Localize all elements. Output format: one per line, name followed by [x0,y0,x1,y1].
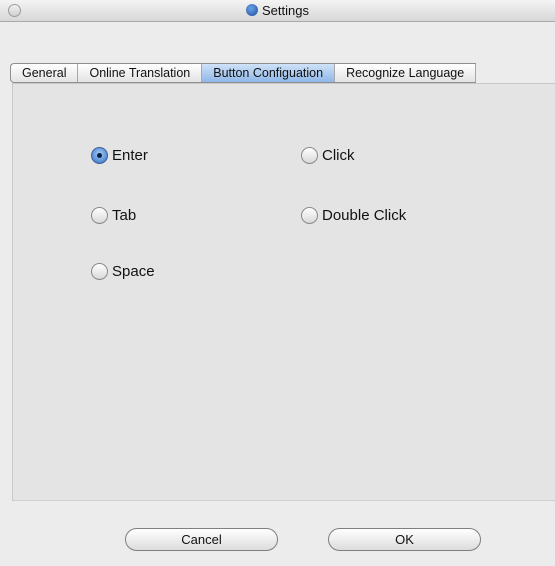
window-title: Settings [262,3,309,18]
radio-space[interactable]: Space [91,261,155,281]
radio-tab-button[interactable] [91,206,108,224]
tab-online-translation[interactable]: Online Translation [78,64,203,82]
radio-click[interactable]: Click [301,145,355,165]
radio-double-click-button[interactable] [301,206,318,224]
ok-button[interactable]: OK [328,528,481,551]
radio-double-click-label: Double Click [322,206,407,224]
radio-double-click[interactable]: Double Click [301,205,406,225]
radio-tab[interactable]: Tab [91,205,136,225]
tab-general[interactable]: General [11,64,79,82]
radio-enter-button[interactable] [91,146,108,164]
window-title-wrap: Settings [0,3,555,19]
app-icon [246,4,258,16]
title-bar: Settings [0,0,555,22]
tab-recognize-language[interactable]: Recognize Language [335,64,477,82]
radio-space-button[interactable] [91,262,108,280]
radio-tab-label: Tab [112,206,137,224]
radio-click-button[interactable] [301,146,318,164]
radio-enter[interactable]: Enter [91,145,148,165]
settings-window: Settings General Online Translation Butt… [0,0,555,566]
cancel-button[interactable]: Cancel [125,528,278,551]
tab-bar: General Online Translation Button Config… [10,63,477,83]
radio-space-label: Space [112,262,155,280]
radio-enter-label: Enter [112,146,148,164]
radio-click-label: Click [322,146,355,164]
tab-button-configuation[interactable]: Button Configuation [202,64,336,82]
tab-content-panel: Enter Tab Space Click Double Click [12,83,555,501]
